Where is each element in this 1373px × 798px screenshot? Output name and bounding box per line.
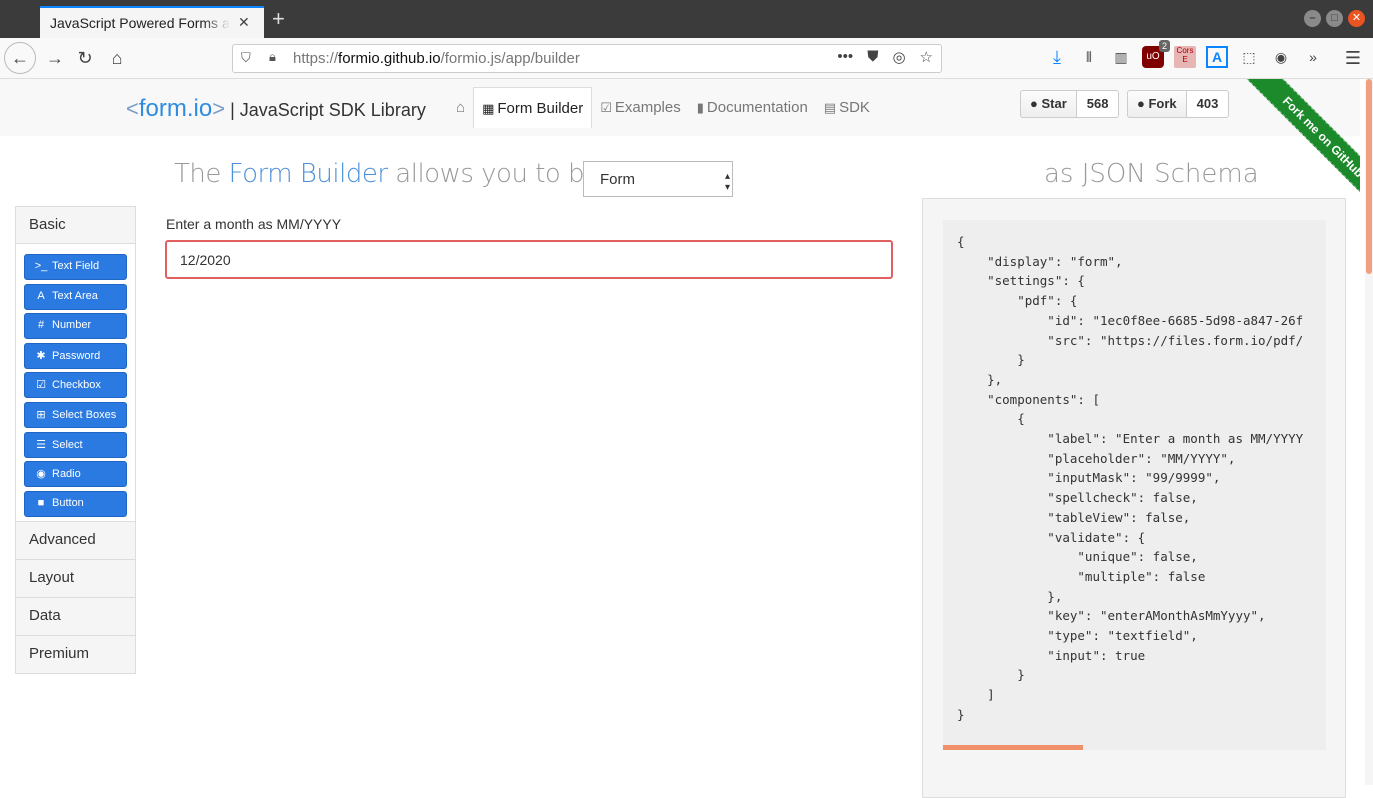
month-input[interactable] — [165, 240, 893, 279]
component-checkbox[interactable]: ☑ Checkbox — [24, 372, 127, 399]
component-radio[interactable]: ◉ Radio — [24, 461, 127, 488]
plus-square-icon: ⊞ — [36, 408, 46, 421]
component-text-area[interactable]: A Text Area — [24, 283, 127, 310]
json-text: { "display": "form", "settings": { "pdf"… — [957, 234, 1304, 722]
component-text-field[interactable]: >_ Text Field — [24, 254, 127, 280]
overflow-icon[interactable]: » — [1302, 46, 1324, 68]
book-icon: ▮ — [696, 100, 704, 115]
fork-ribbon[interactable]: Fork me on GitHub — [1210, 79, 1360, 229]
star-count[interactable]: 568 — [1076, 90, 1120, 118]
check-square-icon: ☑ — [36, 379, 46, 392]
list-icon: ☰ — [36, 438, 46, 451]
maximize-icon[interactable]: □ — [1326, 10, 1343, 27]
component-password[interactable]: ✱ Password — [24, 342, 127, 369]
extension-icon[interactable]: ◎ — [892, 48, 905, 66]
home-link-icon[interactable]: ⌂ — [448, 89, 473, 126]
month-field-label: Enter a month as MM/YYYY — [166, 216, 342, 232]
page-scrollbar[interactable] — [1365, 79, 1373, 785]
tab-title: JavaScript Powered Forms a — [50, 15, 230, 31]
new-tab-icon[interactable]: + — [272, 8, 285, 30]
ublock-icon[interactable]: uO 2 — [1142, 40, 1170, 68]
tracking-shield-icon[interactable]: ⛉ — [241, 50, 251, 66]
window-close-icon[interactable]: ✕ — [1348, 10, 1365, 27]
browser-navigation-bar: ← → ↻ ⌂ ⛉ 🔒︎ https://formio.github.io/fo… — [0, 38, 1373, 79]
extension-puzzle-icon[interactable]: ⬚ — [1238, 46, 1260, 68]
browser-tab-bar: JavaScript Powered Forms a ✕ + – □ ✕ — [0, 0, 1373, 38]
component-number[interactable]: # Number — [24, 313, 127, 340]
nav-form-builder[interactable]: ▦ Form Builder — [473, 87, 593, 128]
component-select-boxes[interactable]: ⊞ Select Boxes — [24, 401, 127, 428]
pocket-icon[interactable]: ⛊ — [867, 48, 878, 66]
form-type-select[interactable]: Form ▴ ▾ — [583, 161, 733, 197]
minimize-icon[interactable]: – — [1304, 10, 1321, 27]
cors-icon[interactable]: Cors E — [1174, 46, 1196, 68]
reload-icon[interactable]: ↻ — [70, 44, 100, 72]
group-data[interactable]: Data — [16, 597, 135, 636]
nav-documentation[interactable]: ▮ Documentation — [689, 89, 816, 126]
library-icon[interactable]: ⫴ — [1078, 46, 1100, 68]
table-icon: ▦ — [482, 101, 495, 116]
page-content: <form.io> | JavaScript SDK Library ⌂ ▦ Fo… — [0, 79, 1373, 798]
terminal-icon: >_ — [34, 260, 48, 272]
builder-heading: The Form Builder allows you to build a — [174, 159, 653, 189]
component-select[interactable]: ☰ Select — [24, 431, 127, 458]
horizontal-scrollbar[interactable] — [943, 745, 1083, 750]
url-text[interactable]: https://formio.github.io/formio.js/app/b… — [293, 50, 580, 67]
json-schema-panel: { "display": "form", "settings": { "pdf"… — [922, 198, 1346, 798]
address-bar[interactable]: ⛉ 🔒︎ https://formio.github.io/formio.js/… — [232, 44, 942, 73]
site-navbar: <form.io> | JavaScript SDK Library ⌂ ▦ Fo… — [0, 79, 1360, 136]
account-icon[interactable]: ◉ — [1270, 46, 1292, 68]
brand-logo[interactable]: <form.io> | JavaScript SDK Library — [126, 95, 426, 123]
nav-sdk[interactable]: ▤ SDK — [816, 89, 878, 126]
font-icon: A — [37, 289, 45, 302]
json-code-block[interactable]: { "display": "form", "settings": { "pdf"… — [943, 220, 1326, 750]
stop-icon: ■ — [37, 496, 45, 509]
group-basic[interactable]: Basic — [16, 207, 135, 244]
asterisk-icon: ✱ — [36, 349, 46, 362]
check-square-icon: ☑ — [600, 100, 612, 115]
github-star-button[interactable]: ● Star 568 — [1020, 90, 1120, 118]
lock-icon[interactable]: 🔒︎ — [269, 49, 276, 65]
group-advanced[interactable]: Advanced — [16, 521, 135, 560]
component-sidebar: Basic >_ Text Field A Text Area # Number ✱ P… — [15, 206, 136, 675]
list-alt-icon: ▤ — [823, 100, 837, 115]
hashtag-icon: # — [37, 319, 45, 332]
select-arrow-icon: ▴ ▾ — [724, 171, 730, 193]
github-icon: ● — [1030, 96, 1038, 111]
hamburger-menu-icon[interactable]: ☰ — [1345, 48, 1361, 69]
github-icon: ● — [1137, 96, 1145, 111]
downloads-icon[interactable]: ⤓ — [1046, 46, 1068, 68]
nav-examples[interactable]: ☑ Examples — [592, 89, 689, 126]
group-layout[interactable]: Layout — [16, 559, 135, 598]
forward-icon[interactable]: → — [40, 44, 70, 72]
home-icon[interactable]: ⌂ — [102, 44, 132, 72]
group-premium[interactable]: Premium — [16, 635, 135, 674]
tab-close-icon[interactable]: ✕ — [238, 14, 254, 31]
bookmark-star-icon[interactable]: ☆ — [920, 48, 933, 66]
browser-tab[interactable]: JavaScript Powered Forms a ✕ — [40, 6, 264, 38]
page-actions-icon[interactable]: ••• — [837, 48, 853, 66]
ublock-badge: 2 — [1158, 40, 1170, 52]
dot-circle-icon: ◉ — [36, 468, 46, 481]
component-button[interactable]: ■ Button — [24, 490, 127, 517]
back-icon[interactable]: ← — [4, 42, 36, 74]
sidebar-icon[interactable]: ▥ — [1110, 46, 1132, 68]
translate-icon[interactable]: A — [1206, 46, 1228, 68]
